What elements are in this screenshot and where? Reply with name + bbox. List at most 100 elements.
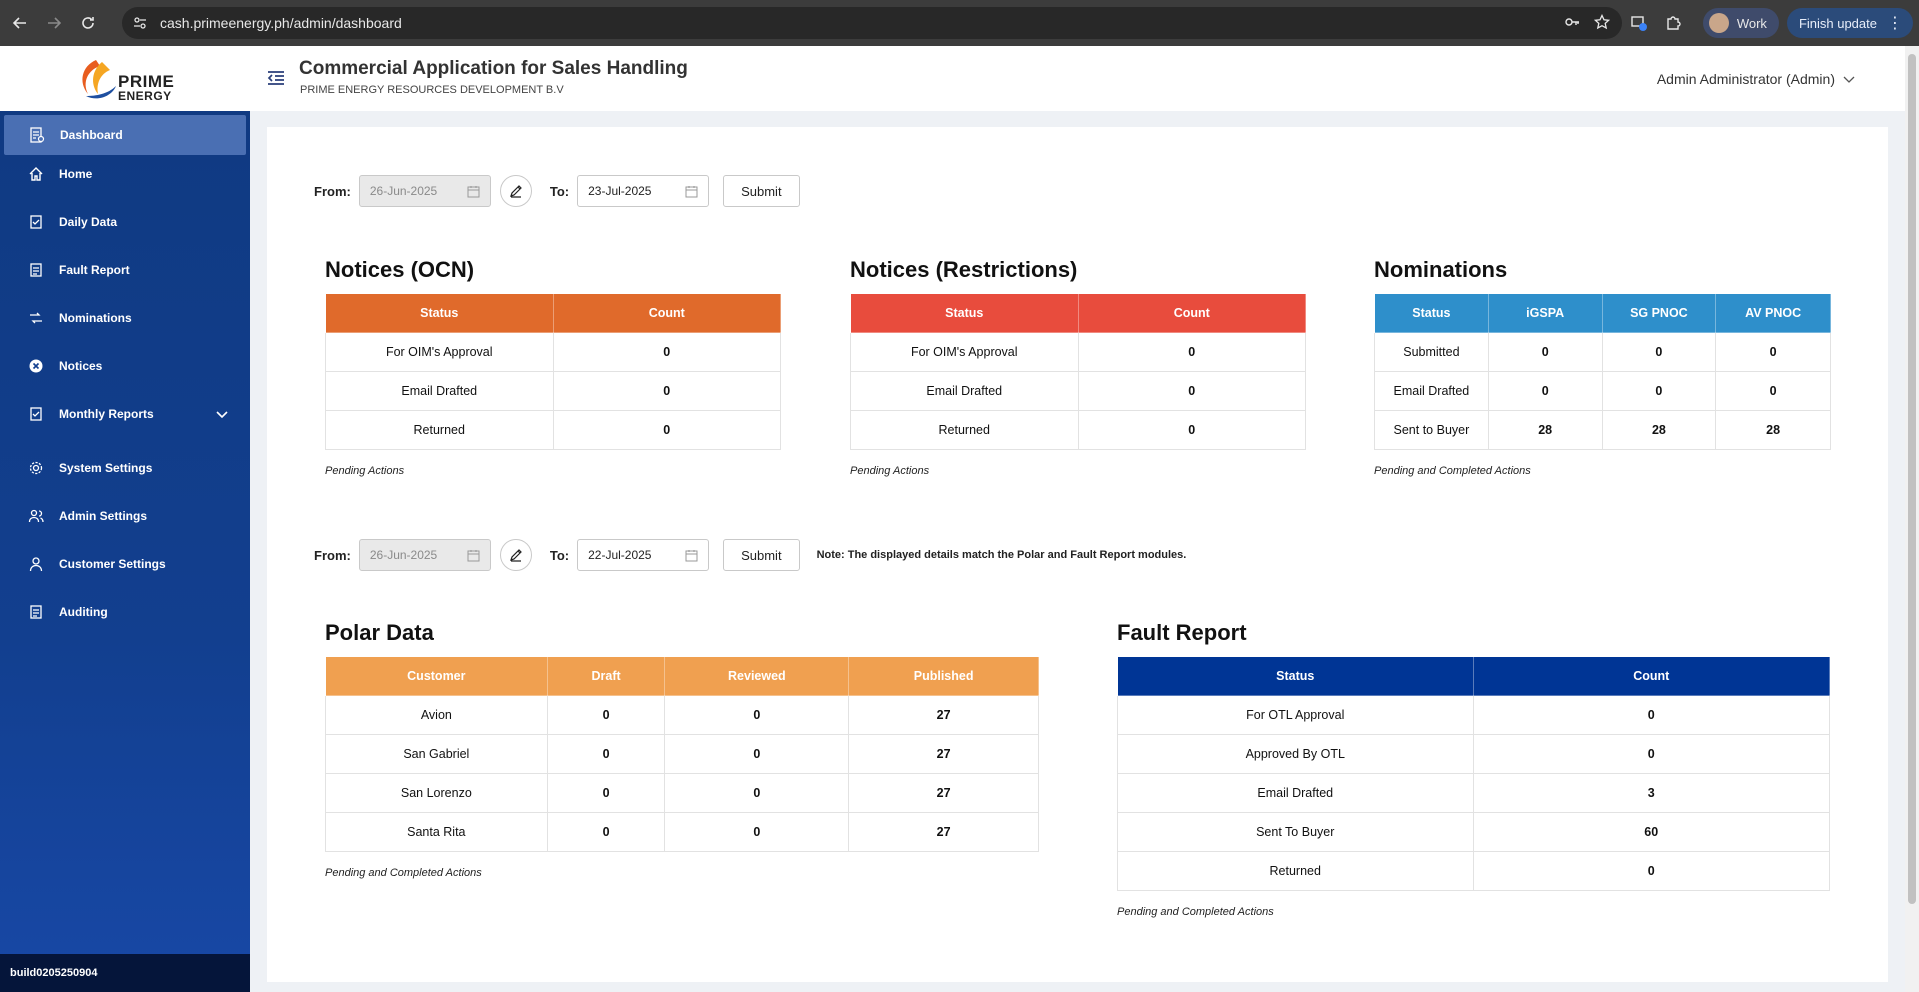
arrow-left-icon <box>12 17 26 29</box>
count-cell: 0 <box>1487 371 1603 411</box>
table-row: Email Drafted 0 0 0 <box>1374 371 1831 411</box>
from-date-value: 26-Jun-2025 <box>369 548 438 562</box>
fault-caption: Pending and Completed Actions <box>1117 906 1274 918</box>
sidebar-item-dashboard[interactable]: Dashboard <box>4 115 246 155</box>
column-header: Draft <box>546 656 666 696</box>
row-label-cell: Sent to Buyer <box>1374 410 1489 450</box>
sidebar-item-daily-data[interactable]: Daily Data <box>0 202 250 242</box>
from-label: From: <box>314 547 351 563</box>
edit-from-date-button[interactable] <box>499 539 532 571</box>
logo-text-line2: ENERGY <box>118 89 172 103</box>
row-label-cell: Email Drafted <box>1117 773 1474 813</box>
dashboard-icon <box>28 126 46 144</box>
count-cell: 0 <box>1472 695 1830 735</box>
to-date-input[interactable]: 22-Jul-2025 <box>577 539 710 571</box>
back-button[interactable] <box>6 9 34 37</box>
forward-button[interactable] <box>40 9 68 37</box>
table-row: San Gabriel 0 0 27 <box>325 734 1039 774</box>
column-header: Status <box>1117 656 1474 696</box>
submit-button[interactable]: Submit <box>723 539 800 571</box>
count-cell: 0 <box>1472 851 1830 891</box>
sidebar-item-customer-settings[interactable]: Customer Settings <box>0 544 250 584</box>
count-cell: 0 <box>546 773 666 813</box>
browser-toolbar: cash.primeenergy.ph/admin/dashboard Work… <box>0 0 1919 46</box>
to-label: To: <box>549 547 570 563</box>
app-header: PRIME ENERGY Commercial Application for … <box>0 46 1905 111</box>
column-header: AV PNOC <box>1715 293 1831 333</box>
extension-button[interactable] <box>1625 9 1653 37</box>
fault-title: Fault Report <box>1117 620 1247 645</box>
sidebar-item-label: Customer Settings <box>59 557 166 571</box>
chevron-down-icon[interactable] <box>216 408 228 420</box>
sidebar-item-label: Dashboard <box>60 128 123 142</box>
from-date-input[interactable]: 26-Jun-2025 <box>358 175 491 207</box>
table-header-row: Customer Draft Reviewed Published <box>325 656 1039 696</box>
sidebar-item-monthly-reports[interactable]: Monthly Reports <box>0 394 250 434</box>
to-date-value: 23-Jul-2025 <box>588 184 652 198</box>
profile-button[interactable]: Work <box>1702 8 1779 38</box>
count-cell: 0 <box>1472 734 1830 774</box>
column-header: Reviewed <box>664 656 850 696</box>
sidebar-item-fault-report[interactable]: Fault Report <box>0 250 250 290</box>
reload-button[interactable] <box>74 9 102 37</box>
column-header: Count <box>1077 293 1307 333</box>
from-date-value: 26-Jun-2025 <box>369 184 438 198</box>
column-header: Published <box>848 656 1039 696</box>
sidebar-item-home[interactable]: Home <box>0 154 250 194</box>
count-cell: 28 <box>1601 410 1717 450</box>
sidebar-item-system-settings[interactable]: System Settings <box>0 448 250 488</box>
sidebar-item-label: Fault Report <box>59 263 130 277</box>
edit-from-date-button[interactable] <box>499 175 532 207</box>
restrictions-title: Notices (Restrictions) <box>850 257 1078 282</box>
row-label-cell: Returned <box>325 410 554 450</box>
date-filter-top: From: 26-Jun-2025 To: 23-Jul-2025 Submit <box>314 175 800 207</box>
calendar-icon <box>685 185 698 197</box>
sidebar-item-label: Notices <box>59 359 103 373</box>
column-header: iGSPA <box>1487 293 1603 333</box>
sidebar-item-auditing[interactable]: Auditing <box>0 592 250 632</box>
sidebar-item-label: Admin Settings <box>59 509 148 523</box>
table-row: Returned 0 <box>1117 851 1830 891</box>
sidebar: Dashboard Home Daily Data Fault Report N… <box>0 111 250 992</box>
sidebar-item-notices[interactable]: Notices <box>0 346 250 386</box>
table-row: For OIM's Approval 0 <box>325 332 782 372</box>
sidebar-item-admin-settings[interactable]: Admin Settings <box>0 496 250 536</box>
star-icon[interactable] <box>1594 14 1610 30</box>
page-scrollbar[interactable] <box>1905 46 1919 992</box>
scrollbar-thumb[interactable] <box>1908 54 1916 904</box>
submit-button[interactable]: Submit <box>723 175 800 207</box>
table-row: Sent to Buyer 28 28 28 <box>1374 410 1831 450</box>
puzzle-icon <box>1667 16 1681 30</box>
to-date-input[interactable]: 23-Jul-2025 <box>577 175 710 207</box>
extensions-button[interactable] <box>1659 9 1687 37</box>
notices-icon <box>27 357 45 375</box>
column-header: Status <box>850 293 1079 333</box>
sidebar-item-label: Home <box>59 167 93 181</box>
count-cell: 0 <box>546 812 666 852</box>
key-icon[interactable] <box>1564 14 1580 30</box>
count-cell: 0 <box>552 332 782 372</box>
count-cell: 0 <box>664 812 850 852</box>
ocn-title: Notices (OCN) <box>325 257 475 282</box>
user-menu[interactable]: Admin Administrator (Admin) <box>1657 71 1855 87</box>
count-cell: 0 <box>546 734 666 774</box>
row-label-cell: San Gabriel <box>325 734 548 774</box>
calendar-icon <box>467 185 480 197</box>
count-cell: 0 <box>1715 332 1831 372</box>
count-cell: 0 <box>546 695 666 735</box>
count-cell: 0 <box>552 410 782 450</box>
users-icon <box>27 507 45 525</box>
sidebar-item-label: Auditing <box>59 605 108 619</box>
sidebar-item-nominations[interactable]: Nominations <box>0 298 250 338</box>
sidebar-item-label: Nominations <box>59 311 132 325</box>
menu-collapse-icon[interactable] <box>266 68 286 88</box>
from-date-input[interactable]: 26-Jun-2025 <box>358 539 491 571</box>
address-bar[interactable]: cash.primeenergy.ph/admin/dashboard <box>122 7 1622 39</box>
site-info-icon[interactable] <box>132 15 148 31</box>
home-icon <box>27 165 45 183</box>
finish-update-button[interactable]: Finish update ⋮ <box>1786 8 1913 38</box>
date-filter-bottom: From: 26-Jun-2025 To: 22-Jul-2025 Submit… <box>314 539 1186 571</box>
row-label-cell: For OTL Approval <box>1117 695 1474 735</box>
table-row: Email Drafted 0 <box>325 371 782 411</box>
nominations-table: Status iGSPA SG PNOC AV PNOC Submitted 0 0 0 Ema… <box>1374 293 1831 450</box>
